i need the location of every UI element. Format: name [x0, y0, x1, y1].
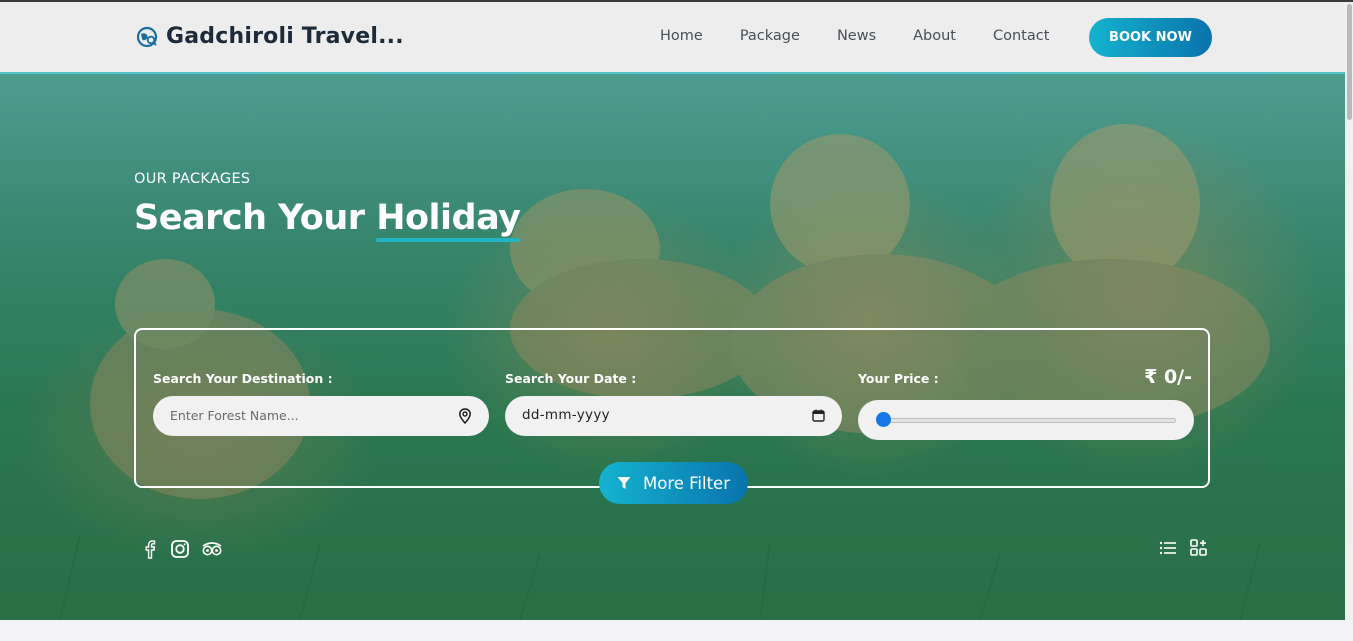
social-links: [141, 539, 223, 559]
book-now-button[interactable]: BOOK NOW: [1089, 18, 1212, 57]
hero-title: Search Your Holiday: [134, 198, 521, 238]
date-value: dd-mm-yyyy: [522, 407, 610, 423]
calendar-icon[interactable]: [812, 409, 825, 422]
hero-section: OUR PACKAGES Search Your Holiday Search …: [0, 74, 1345, 620]
nav-about[interactable]: About: [913, 28, 956, 44]
hero-title-highlight: Holiday: [376, 198, 521, 238]
price-slider[interactable]: [858, 400, 1194, 440]
slider-thumb[interactable]: [876, 412, 891, 427]
map-pin-icon: [459, 408, 471, 424]
nav-home[interactable]: Home: [660, 28, 703, 44]
nav-package[interactable]: Package: [740, 28, 800, 44]
more-filter-button[interactable]: More Filter: [599, 462, 748, 504]
navbar: Gadchiroli Travel... Home Package News A…: [0, 2, 1345, 74]
destination-label: Search Your Destination :: [153, 371, 333, 386]
facebook-icon[interactable]: [141, 539, 159, 559]
hero-title-plain: Search Your: [134, 198, 377, 238]
main-nav: Home Package News About Contact: [660, 28, 1086, 44]
page-below-hero: [0, 620, 1353, 641]
price-value: ₹ 0/-: [1144, 366, 1192, 388]
destination-placeholder: Enter Forest Name...: [170, 408, 299, 423]
globe-search-icon: [136, 26, 158, 47]
brand-name: Gadchiroli Travel...: [166, 24, 404, 49]
instagram-icon[interactable]: [170, 539, 190, 559]
tripadvisor-icon[interactable]: [201, 539, 223, 559]
filter-icon: [617, 477, 631, 489]
more-filter-label: More Filter: [642, 473, 730, 493]
nav-news[interactable]: News: [837, 28, 876, 44]
destination-input[interactable]: Enter Forest Name...: [153, 396, 489, 436]
view-toggle: [1159, 539, 1207, 556]
grid-view-icon[interactable]: [1190, 539, 1207, 556]
nav-contact[interactable]: Contact: [993, 28, 1049, 44]
list-view-icon[interactable]: [1159, 540, 1177, 556]
date-label: Search Your Date :: [505, 371, 637, 386]
scrollbar-thumb[interactable]: [1347, 4, 1352, 120]
brand-logo[interactable]: Gadchiroli Travel...: [136, 24, 404, 49]
date-input[interactable]: dd-mm-yyyy: [505, 396, 842, 436]
hero-subtitle: OUR PACKAGES: [134, 171, 251, 187]
price-label: Your Price :: [858, 371, 939, 386]
slider-track[interactable]: [878, 418, 1176, 423]
